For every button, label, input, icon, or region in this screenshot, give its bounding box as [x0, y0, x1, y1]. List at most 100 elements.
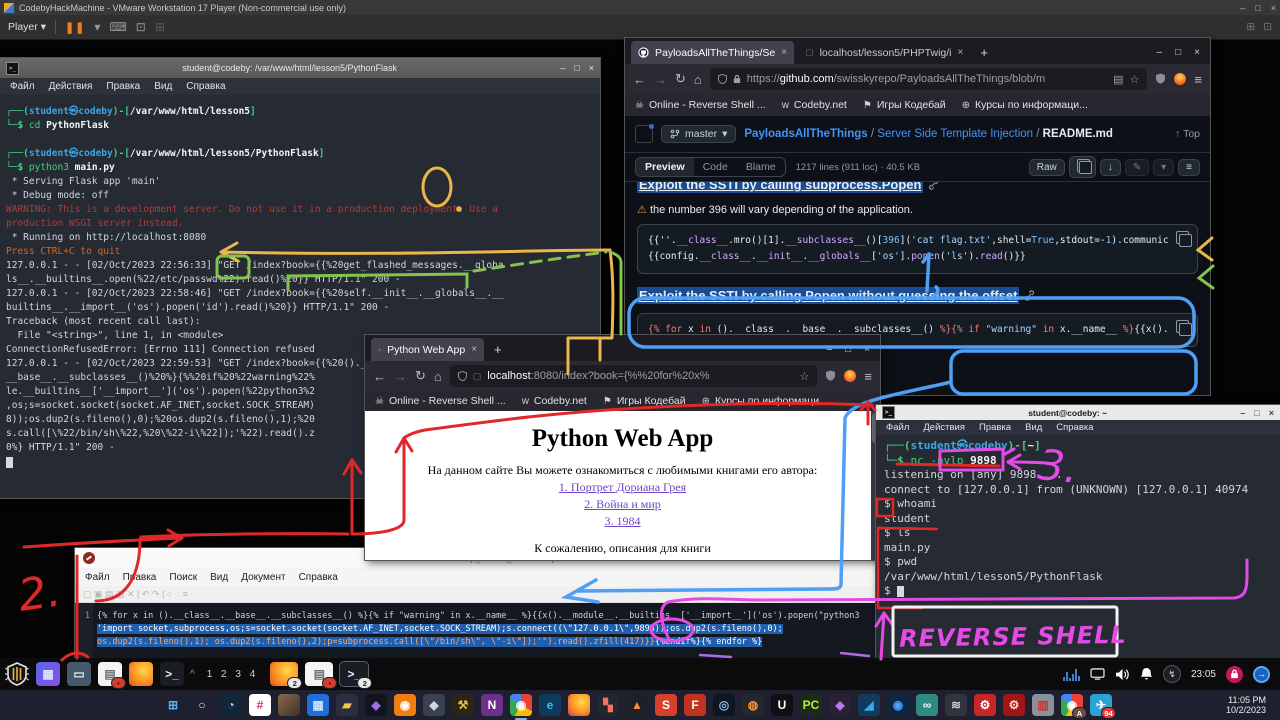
menu-item[interactable]: Справка	[299, 572, 338, 583]
tab-localhost-phptwig[interactable]: ▢ localhost/lesson5/PHPTwig/i ×	[798, 41, 970, 64]
menu-item[interactable]: Действия	[923, 422, 965, 433]
screen-lock-icon[interactable]	[1226, 666, 1243, 683]
red-s-app-icon[interactable]: S	[655, 694, 677, 716]
branch-selector[interactable]: master ▾	[661, 125, 736, 143]
anchor-link-icon[interactable]	[1024, 290, 1035, 301]
tab-blame[interactable]: Blame	[737, 158, 785, 176]
windows-clock[interactable]: 11:05 PM 10/2/2023	[1226, 695, 1280, 715]
menu-item[interactable]: Вид	[210, 572, 228, 583]
pycharm-icon[interactable]: PC	[800, 694, 822, 716]
search-button[interactable]: ○	[191, 694, 213, 716]
vmware-workstation-icon[interactable]: ◆	[423, 694, 445, 716]
terminal-left-titlebar[interactable]: >_ student@codeby: /var/www/html/lesson5…	[0, 58, 600, 78]
camo-app-icon[interactable]: ∞	[916, 694, 938, 716]
toolbar-extra-icon-1[interactable]: ⊞	[1246, 21, 1255, 33]
tab-code[interactable]: Code	[694, 158, 737, 176]
tab-payloadsallthethings[interactable]: PayloadsAllTheThings/Se ×	[631, 41, 794, 64]
file-tree-toggle-icon[interactable]	[635, 125, 653, 143]
back-button[interactable]: ←	[373, 369, 386, 384]
onenote-icon[interactable]: N	[481, 694, 503, 716]
bookmark-star-icon[interactable]: ☆	[1130, 73, 1140, 86]
show-desktop-icon[interactable]: ▦	[36, 662, 60, 686]
github-urlbar[interactable]: https://github.com/swisskyrepo/PayloadsA…	[710, 68, 1148, 90]
reload-button[interactable]: ↻	[415, 368, 426, 384]
menu-item[interactable]: Файл	[10, 81, 35, 92]
unity-mode-button[interactable]: ⊞	[155, 20, 165, 34]
bookmark-games-codeby[interactable]: ⚑Игры Кодебай	[603, 395, 686, 407]
terminal-left-close-button[interactable]: ×	[589, 63, 594, 73]
fl-studio-icon[interactable]: F	[684, 694, 706, 716]
bookmark-star-icon[interactable]: ☆	[800, 370, 810, 383]
terminal-left-maximize-button[interactable]: □	[574, 63, 579, 73]
anchor-link-icon[interactable]	[928, 182, 939, 190]
text-editor-icon[interactable]: ▤•	[98, 662, 122, 686]
mousepad-window[interactable]: *~/Рабочий стол/tmp_lesson_5 - Mousepad …	[75, 548, 890, 660]
wings-app-icon[interactable]: ≋	[945, 694, 967, 716]
raw-button[interactable]: Raw	[1029, 159, 1065, 176]
tab-close-icon[interactable]: ×	[958, 47, 964, 58]
terminal-left-minimize-button[interactable]: –	[560, 63, 565, 73]
bookmark-infosec-courses[interactable]: ⊕Курсы по информаци...	[962, 99, 1088, 111]
update-sync-icon[interactable]: →	[1253, 666, 1270, 683]
reload-button[interactable]: ↻	[675, 71, 686, 87]
bookmark-codeby-net[interactable]: wCodeby.net	[782, 99, 847, 111]
chrome-icon[interactable]: ◉	[510, 694, 532, 716]
firefox-webapp-window[interactable]: • Python Web App × + – □ × ← → ↻ ⌂ ▢ loc…	[365, 335, 880, 560]
file-manager-icon[interactable]: ▭	[67, 662, 91, 686]
telegram-icon[interactable]: ✈94	[1090, 694, 1112, 716]
cheat-engine-icon[interactable]: ▲	[626, 694, 648, 716]
toolbar-extra-icon-2[interactable]: ⊡	[1263, 21, 1272, 33]
terminal-right-output[interactable]: ┌──(student㉿codeby)-[~]└─$ nc -nvlp 9898…	[876, 435, 1280, 660]
menu-item[interactable]: Справка	[186, 81, 225, 92]
display-icon[interactable]	[1090, 668, 1105, 680]
volume-icon[interactable]	[1115, 668, 1130, 681]
view-switcher[interactable]: Preview Code Blame	[635, 157, 786, 177]
vmware-minimize-button[interactable]: –	[1240, 3, 1245, 13]
home-button[interactable]: ⌂	[694, 72, 702, 87]
bookmark-infosec-courses[interactable]: ⊕Курсы по информаци...	[702, 395, 828, 407]
reader-mode-icon[interactable]: ▤	[1113, 73, 1123, 86]
tab-close-icon[interactable]: ×	[471, 344, 477, 355]
home-button[interactable]: ⌂	[434, 369, 442, 384]
copy-code-icon[interactable]	[1176, 320, 1189, 333]
book-link-1[interactable]: 1. Портрет Дориана Грея	[365, 480, 880, 495]
calendar-icon[interactable]: ▦	[307, 694, 329, 716]
menu-item[interactable]: Правка	[979, 422, 1011, 433]
new-tab-button[interactable]: +	[488, 342, 508, 357]
terminal-right-maximize-button[interactable]: □	[1254, 408, 1259, 418]
menu-item[interactable]: Действия	[49, 81, 93, 92]
suspend-vm-button[interactable]: ❚❚	[65, 21, 85, 34]
terminal-right-titlebar[interactable]: >_ student@codeby: ~ – □ ×	[876, 405, 1280, 420]
taskbar-window-terminal[interactable]: >_2	[340, 662, 368, 686]
location-pin-app-icon[interactable]: ◉	[887, 694, 909, 716]
code-block-subprocess[interactable]: {{''.__class__.mro()[1].__subclasses__()…	[637, 224, 1198, 274]
github-window-minimize-button[interactable]: –	[1157, 47, 1163, 58]
webapp-urlbar[interactable]: ▢ localhost:8080/index?book={%%20for%20x…	[450, 365, 818, 387]
suspend-dropdown-caret[interactable]: ▾	[94, 20, 100, 34]
app-menu-button[interactable]: ≡	[1194, 72, 1202, 87]
firefox-taskbar-icon[interactable]	[568, 694, 590, 716]
edit-caret-button[interactable]: ▾	[1153, 159, 1174, 176]
terminal-launcher-icon[interactable]: >_	[160, 662, 184, 686]
back-button[interactable]: ←	[633, 72, 646, 87]
terminal-right-minimize-button[interactable]: –	[1240, 408, 1245, 418]
menu-item[interactable]: Файл	[85, 572, 110, 583]
vmware-maximize-button[interactable]: □	[1255, 3, 1260, 13]
davinci-icon[interactable]: ▚	[597, 694, 619, 716]
panel-chevron-icon[interactable]: ^	[190, 669, 195, 680]
menu-item[interactable]: Файл	[886, 422, 909, 433]
outline-button[interactable]: ≡	[1178, 159, 1200, 176]
mousepad-toolbar[interactable]: ▢ ▣ ▤ ▥ ✕ | ↶ ↷ | ○ ◌ ≡	[75, 586, 890, 603]
webapp-window-maximize-button[interactable]: □	[845, 344, 851, 355]
mousepad-editor[interactable]: 1 {% for x in ().__class__.__base__.__su…	[75, 603, 890, 661]
heading-subprocess-popen[interactable]: Exploit the SSTI by calling subprocess.P…	[637, 182, 923, 193]
unreal-icon[interactable]: U	[771, 694, 793, 716]
taskbar-window-editor[interactable]: ▤•	[305, 662, 333, 686]
forward-button[interactable]: →	[654, 72, 667, 87]
visual-studio-icon[interactable]: ◆	[829, 694, 851, 716]
menu-item[interactable]: Вид	[154, 81, 172, 92]
start-button[interactable]: ⊞	[162, 694, 184, 716]
download-button[interactable]: ↓	[1100, 159, 1121, 176]
menu-item[interactable]: Правка	[123, 572, 157, 583]
menu-item[interactable]: Правка	[106, 81, 140, 92]
